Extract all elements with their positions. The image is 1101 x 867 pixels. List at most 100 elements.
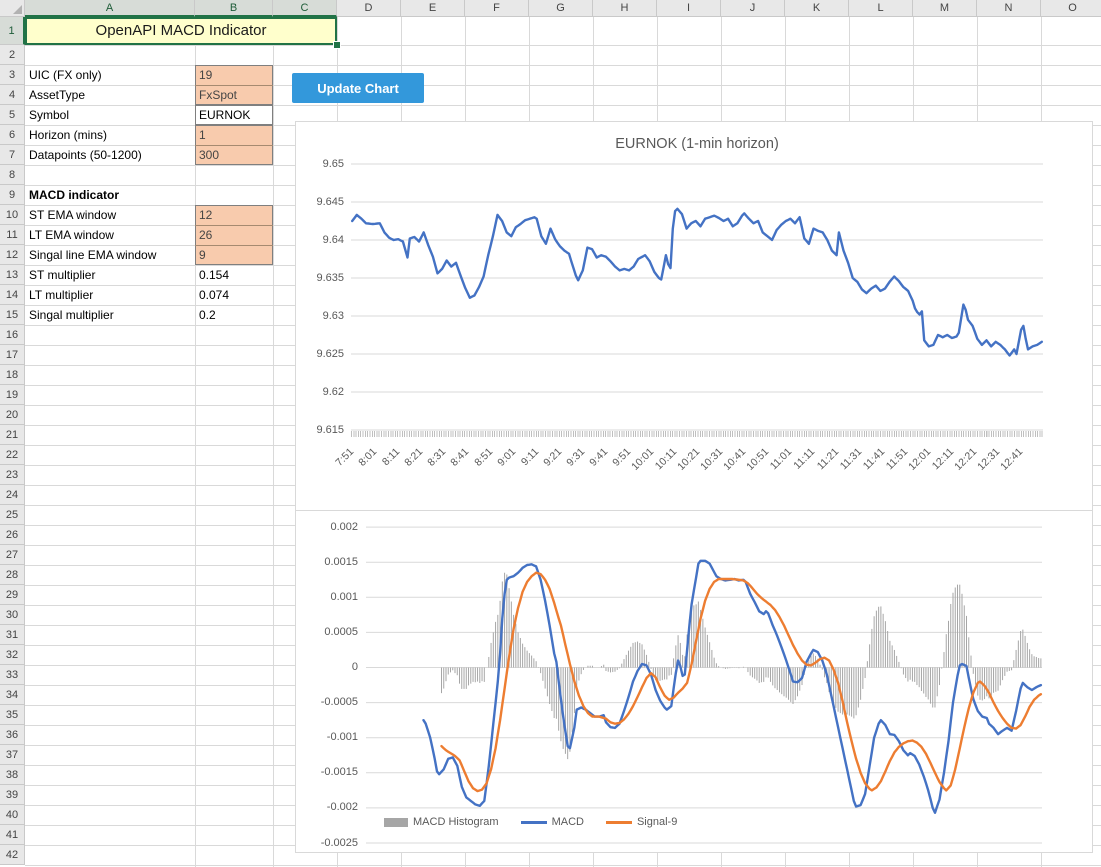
macd-line-series <box>424 561 1041 813</box>
row-header-33[interactable]: 33 <box>0 665 25 685</box>
legend-item: MACD <box>521 816 584 828</box>
row-header-31[interactable]: 31 <box>0 625 25 645</box>
row-header-1[interactable]: 1 <box>0 17 25 45</box>
row-header-27[interactable]: 27 <box>0 545 25 565</box>
column-header-B[interactable]: B <box>195 0 273 17</box>
row-header-34[interactable]: 34 <box>0 685 25 705</box>
row-header-9[interactable]: 9 <box>0 185 25 205</box>
field-label-row12[interactable]: Singal line EMA window <box>25 245 195 265</box>
field-value-row11[interactable]: 26 <box>195 225 273 245</box>
column-header-A[interactable]: A <box>25 0 195 17</box>
row-header-40[interactable]: 40 <box>0 805 25 825</box>
row-header-16[interactable]: 16 <box>0 325 25 345</box>
row-header-2[interactable]: 2 <box>0 45 25 65</box>
column-header-G[interactable]: G <box>529 0 593 17</box>
field-value-row5[interactable]: EURNOK <box>195 105 273 125</box>
field-label-row13[interactable]: ST multiplier <box>25 265 195 285</box>
legend-bar-swatch-icon <box>384 818 408 827</box>
field-value-row4[interactable]: FxSpot <box>195 85 273 105</box>
field-label-row3[interactable]: UIC (FX only) <box>25 65 195 85</box>
row-header-38[interactable]: 38 <box>0 765 25 785</box>
field-value-row7[interactable]: 300 <box>195 145 273 165</box>
field-label-row15[interactable]: Singal multiplier <box>25 305 195 325</box>
macd-chart[interactable]: 0.0020.00150.0010.00050-0.0005-0.001-0.0… <box>295 511 1093 853</box>
excel-spreadsheet: ABCDEFGHIJKLMNO 123456789101112131415161… <box>0 0 1101 867</box>
row-header-41[interactable]: 41 <box>0 825 25 845</box>
row-header-12[interactable]: 12 <box>0 245 25 265</box>
select-all-triangle-icon <box>13 5 22 14</box>
row-header-22[interactable]: 22 <box>0 445 25 465</box>
field-label-row9[interactable]: MACD indicator <box>25 185 195 205</box>
column-header-K[interactable]: K <box>785 0 849 17</box>
price-y-tick-label: 9.635 <box>302 272 344 284</box>
field-label-row7[interactable]: Datapoints (50-1200) <box>25 145 195 165</box>
column-header-F[interactable]: F <box>465 0 529 17</box>
row-header-10[interactable]: 10 <box>0 205 25 225</box>
title-cell[interactable]: OpenAPI MACD Indicator <box>25 17 337 45</box>
column-header-O[interactable]: O <box>1041 0 1101 17</box>
field-label-row4[interactable]: AssetType <box>25 85 195 105</box>
row-header-13[interactable]: 13 <box>0 265 25 285</box>
macd-y-tick-label: 0 <box>302 661 358 673</box>
row-header-39[interactable]: 39 <box>0 785 25 805</box>
row-header-21[interactable]: 21 <box>0 425 25 445</box>
row-header-26[interactable]: 26 <box>0 525 25 545</box>
row-header-18[interactable]: 18 <box>0 365 25 385</box>
row-header-20[interactable]: 20 <box>0 405 25 425</box>
price-y-tick-label: 9.615 <box>302 424 344 436</box>
row-header-14[interactable]: 14 <box>0 285 25 305</box>
field-value-row12[interactable]: 9 <box>195 245 273 265</box>
legend-label: Signal-9 <box>637 816 677 828</box>
legend-label: MACD Histogram <box>413 816 499 828</box>
row-header-35[interactable]: 35 <box>0 705 25 725</box>
macd-chart-canvas <box>296 511 1092 852</box>
row-header-5[interactable]: 5 <box>0 105 25 125</box>
field-value-row14[interactable]: 0.074 <box>195 285 273 305</box>
row-header-3[interactable]: 3 <box>0 65 25 85</box>
legend-line-swatch-icon <box>606 821 632 824</box>
field-label-row5[interactable]: Symbol <box>25 105 195 125</box>
field-value-row13[interactable]: 0.154 <box>195 265 273 285</box>
column-header-E[interactable]: E <box>401 0 465 17</box>
column-header-M[interactable]: M <box>913 0 977 17</box>
select-all-corner[interactable] <box>0 0 25 17</box>
field-value-row3[interactable]: 19 <box>195 65 273 85</box>
column-header-J[interactable]: J <box>721 0 785 17</box>
row-header-19[interactable]: 19 <box>0 385 25 405</box>
legend-item: Signal-9 <box>606 816 677 828</box>
gridline-horizontal <box>25 45 1101 46</box>
field-value-row10[interactable]: 12 <box>195 205 273 225</box>
row-header-37[interactable]: 37 <box>0 745 25 765</box>
field-label-row6[interactable]: Horizon (mins) <box>25 125 195 145</box>
row-header-15[interactable]: 15 <box>0 305 25 325</box>
row-header-42[interactable]: 42 <box>0 845 25 865</box>
row-header-25[interactable]: 25 <box>0 505 25 525</box>
price-chart[interactable]: EURNOK (1-min horizon)9.659.6459.649.635… <box>295 121 1093 511</box>
column-header-C[interactable]: C <box>273 0 337 17</box>
row-header-8[interactable]: 8 <box>0 165 25 185</box>
row-header-11[interactable]: 11 <box>0 225 25 245</box>
column-header-H[interactable]: H <box>593 0 657 17</box>
column-header-D[interactable]: D <box>337 0 401 17</box>
update-chart-button[interactable]: Update Chart <box>292 73 424 103</box>
row-header-4[interactable]: 4 <box>0 85 25 105</box>
row-header-17[interactable]: 17 <box>0 345 25 365</box>
row-header-28[interactable]: 28 <box>0 565 25 585</box>
column-header-L[interactable]: L <box>849 0 913 17</box>
row-header-29[interactable]: 29 <box>0 585 25 605</box>
column-header-N[interactable]: N <box>977 0 1041 17</box>
field-label-row14[interactable]: LT multiplier <box>25 285 195 305</box>
row-header-36[interactable]: 36 <box>0 725 25 745</box>
column-header-I[interactable]: I <box>657 0 721 17</box>
row-header-32[interactable]: 32 <box>0 645 25 665</box>
fill-handle[interactable] <box>333 41 341 49</box>
row-header-30[interactable]: 30 <box>0 605 25 625</box>
row-header-6[interactable]: 6 <box>0 125 25 145</box>
field-label-row10[interactable]: ST EMA window <box>25 205 195 225</box>
row-header-23[interactable]: 23 <box>0 465 25 485</box>
field-value-row15[interactable]: 0.2 <box>195 305 273 325</box>
row-header-24[interactable]: 24 <box>0 485 25 505</box>
field-value-row6[interactable]: 1 <box>195 125 273 145</box>
row-header-7[interactable]: 7 <box>0 145 25 165</box>
field-label-row11[interactable]: LT EMA window <box>25 225 195 245</box>
